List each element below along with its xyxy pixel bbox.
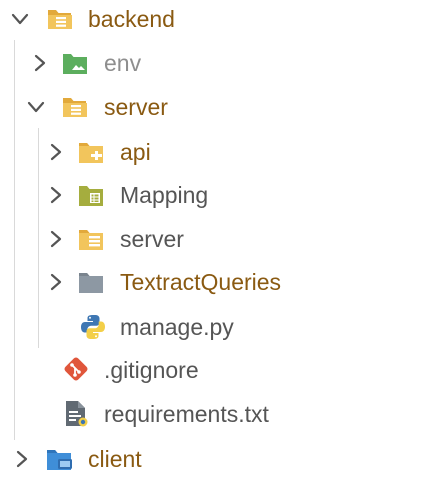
tree-item-env[interactable]: env [0,41,436,85]
chevron-right-icon[interactable] [46,229,66,249]
python-icon [80,314,106,339]
chevron-right-icon[interactable] [12,449,32,469]
tree-item-client[interactable]: client [0,437,436,481]
tree-item-label: client [88,446,142,472]
tree-item-label: api [120,139,151,165]
tree-item-label: Mapping [120,182,209,208]
tree-item-api[interactable]: api [0,130,436,174]
chevron-down-icon[interactable] [26,97,46,117]
folder-client-icon [46,447,72,471]
folder-open-icon [62,95,88,119]
tree-item-label: requirements.txt [104,401,269,427]
tree-item-manage-py[interactable]: manage.py [0,305,436,349]
folder-icon [78,270,104,294]
text-file-icon [64,400,90,427]
tree-item-server[interactable]: server [0,85,436,129]
tree-item-gitignore[interactable]: .gitignore [0,348,436,392]
tree-item-label: .gitignore [104,357,199,383]
folder-open-icon [47,7,73,31]
tree-item-requirements-txt[interactable]: requirements.txt [0,392,436,436]
tree-item-mapping[interactable]: Mapping [0,173,436,217]
tree-item-label: env [104,50,142,76]
chevron-right-icon[interactable] [46,185,66,205]
folder-env-icon [62,51,88,75]
chevron-right-icon[interactable] [46,142,66,162]
tree-item-label: server [104,94,168,120]
tree-item-textractqueries[interactable]: TextractQueries [0,260,436,304]
tree-item-label: TextractQueries [120,269,282,295]
tree-item-label: manage.py [120,314,234,340]
git-icon [63,356,89,381]
folder-server-icon [78,227,104,251]
tree-item-backend[interactable]: backend [0,0,436,41]
folder-mapping-icon [78,183,104,207]
tree-item-label: server [120,226,184,252]
chevron-down-icon[interactable] [10,9,30,29]
tree-item-server-nested[interactable]: server [0,217,436,261]
file-explorer-tree: backend env server api Mapping server Te… [0,0,436,482]
chevron-right-icon[interactable] [30,53,50,73]
folder-api-icon [78,140,104,164]
chevron-right-icon[interactable] [46,272,66,292]
tree-item-label: backend [88,6,175,32]
